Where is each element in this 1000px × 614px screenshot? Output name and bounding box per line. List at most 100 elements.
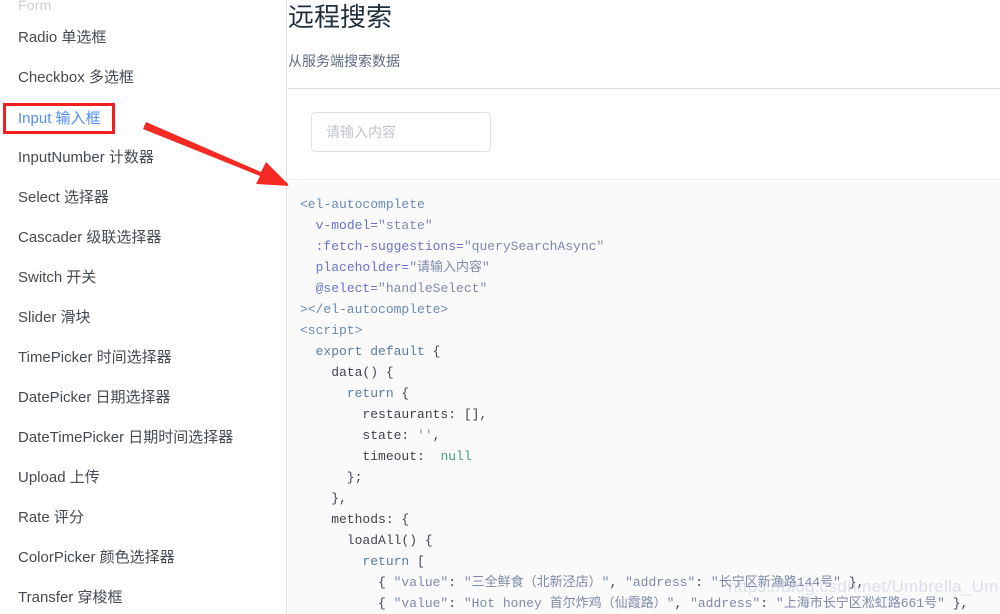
sidebar-item-7[interactable]: Slider 滑块 [18, 308, 91, 328]
sidebar-item-label: Checkbox 多选框 [18, 69, 134, 86]
code-token: "state" [378, 218, 433, 233]
code-token: , [432, 428, 441, 443]
code-token: "value" [393, 575, 449, 590]
page-description: 从服务端搜索数据 [288, 53, 400, 69]
code-token: "value" [393, 596, 449, 611]
code-line-9: return { [300, 386, 409, 401]
search-input[interactable] [312, 113, 490, 151]
sidebar-item-4[interactable]: Select 选择器 [18, 188, 109, 208]
code-token: }, [944, 596, 969, 611]
code-token: timeout: [300, 449, 441, 464]
sidebar-item-13[interactable]: ColorPicker 颜色选择器 [18, 548, 175, 568]
sidebar-item-12[interactable]: Rate 评分 [18, 508, 84, 528]
code-token: "address" [690, 596, 761, 611]
sidebar-item-1[interactable]: Checkbox 多选框 [18, 68, 134, 88]
sidebar-item-5[interactable]: Cascader 级联选择器 [18, 228, 161, 248]
code-token: : [695, 575, 711, 590]
sidebar-item-label: Upload 上传 [18, 469, 100, 486]
autocomplete-input-wrapper[interactable] [311, 112, 491, 152]
code-line-3: placeholder="请输入内容" [300, 260, 490, 275]
code-token: : [448, 575, 464, 590]
code-token: "address" [625, 575, 696, 590]
code-token: "三全鲜食（北新泾店）" [463, 575, 610, 590]
code-token: [ [409, 554, 425, 569]
code-token: <el-autocomplete [300, 197, 425, 212]
code-line-15: methods: { [300, 512, 409, 527]
code-token: }, [300, 491, 347, 506]
code-line-14: }, [300, 491, 347, 506]
code-token: "handleSelect" [378, 281, 488, 296]
code-token: { [300, 575, 394, 590]
code-token: , [609, 575, 626, 590]
sidebar-item-label: Select 选择器 [18, 189, 109, 206]
code-line-0: <el-autocomplete [300, 197, 425, 212]
code-line-10: restaurants: [], [300, 407, 487, 422]
sidebar-item-11[interactable]: Upload 上传 [18, 468, 100, 488]
sidebar-item-14[interactable]: Transfer 穿梭框 [18, 588, 122, 608]
sidebar-item-label: Cascader 级联选择器 [18, 229, 162, 246]
code-token: : [448, 596, 464, 611]
sidebar-item-label: DateTimePicker 日期时间选择器 [18, 429, 234, 446]
code-token: methods: { [300, 512, 410, 527]
sidebar-item-0[interactable]: Radio 单选框 [18, 28, 106, 48]
sidebar-group-title-form: Form [18, 0, 52, 13]
code-token: }, [840, 575, 865, 590]
code-token: null [440, 449, 472, 464]
code-line-7: export default { [300, 344, 441, 359]
sidebar-item-6[interactable]: Switch 开关 [18, 268, 96, 288]
code-token: "Hot honey 首尔炸鸡（仙霞路）" [463, 596, 675, 611]
code-token: return [346, 386, 394, 401]
sidebar-item-label: Slider 滑块 [18, 309, 91, 326]
code-token: placeholder= [315, 260, 410, 275]
code-line-12: timeout: null [300, 449, 472, 464]
code-line-1: v-model="state" [300, 218, 433, 233]
code-token: "querySearchAsync" [463, 239, 605, 254]
code-line-6: <script> [300, 323, 362, 338]
main-content: 远程搜索 从服务端搜索数据 <el-autocomplete v-model="… [288, 0, 1000, 614]
sidebar-item-8[interactable]: TimePicker 时间选择器 [18, 348, 172, 368]
code-line-11: state: '', [300, 428, 440, 443]
demo-block: <el-autocomplete v-model="state" :fetch-… [288, 88, 1000, 614]
code-token: ></el-autocomplete> [300, 302, 449, 317]
page-root: Form Radio 单选框 Checkbox 多选框 Input 输入框 Input… [0, 0, 1000, 614]
code-token: export default [315, 344, 425, 359]
code-token: restaurants: [], [300, 407, 488, 422]
code-token: '' [417, 428, 433, 443]
code-token: , [674, 596, 691, 611]
code-token: <script> [300, 323, 363, 338]
code-token: }; [300, 470, 363, 485]
code-token: "上海市长宁区淞虹路661号" [775, 596, 945, 611]
demo-preview-area [288, 89, 1000, 178]
code-line-4: @select="handleSelect" [300, 281, 488, 296]
sidebar-item-10[interactable]: DateTimePicker 日期时间选择器 [18, 428, 233, 448]
code-line-5: ></el-autocomplete> [300, 302, 448, 317]
sidebar-item-2[interactable]: Input 输入框 [18, 109, 101, 129]
code-token: state: [300, 428, 418, 443]
code-line-13: }; [300, 470, 363, 485]
sidebar-item-3[interactable]: InputNumber 计数器 [18, 148, 154, 168]
code-token: { [393, 386, 410, 401]
sidebar-item-label: DatePicker 日期选择器 [18, 389, 171, 406]
code-line-16: loadAll() { [300, 533, 433, 548]
code-source: <el-autocomplete v-model="state" :fetch-… [288, 180, 1000, 614]
sidebar-item-label: Transfer 穿梭框 [18, 589, 123, 606]
sidebar-item-label: Input 输入框 [18, 110, 101, 127]
sidebar-item-label: Rate 评分 [18, 509, 84, 526]
code-line-17: return [ [300, 554, 425, 569]
code-token: data() { [300, 365, 394, 380]
code-token: @select= [315, 281, 379, 296]
page-title: 远程搜索 [288, 2, 393, 32]
code-line-19: { "value": "Hot honey 首尔炸鸡（仙霞路）", "addre… [300, 596, 968, 611]
code-token: v-model= [315, 218, 379, 233]
code-token: : [760, 596, 776, 611]
code-token: :fetch-suggestions= [315, 239, 464, 254]
code-line-8: data() { [300, 365, 394, 380]
sidebar-item-label: Radio 单选框 [18, 29, 107, 46]
sidebar-item-9[interactable]: DatePicker 日期选择器 [18, 388, 171, 408]
